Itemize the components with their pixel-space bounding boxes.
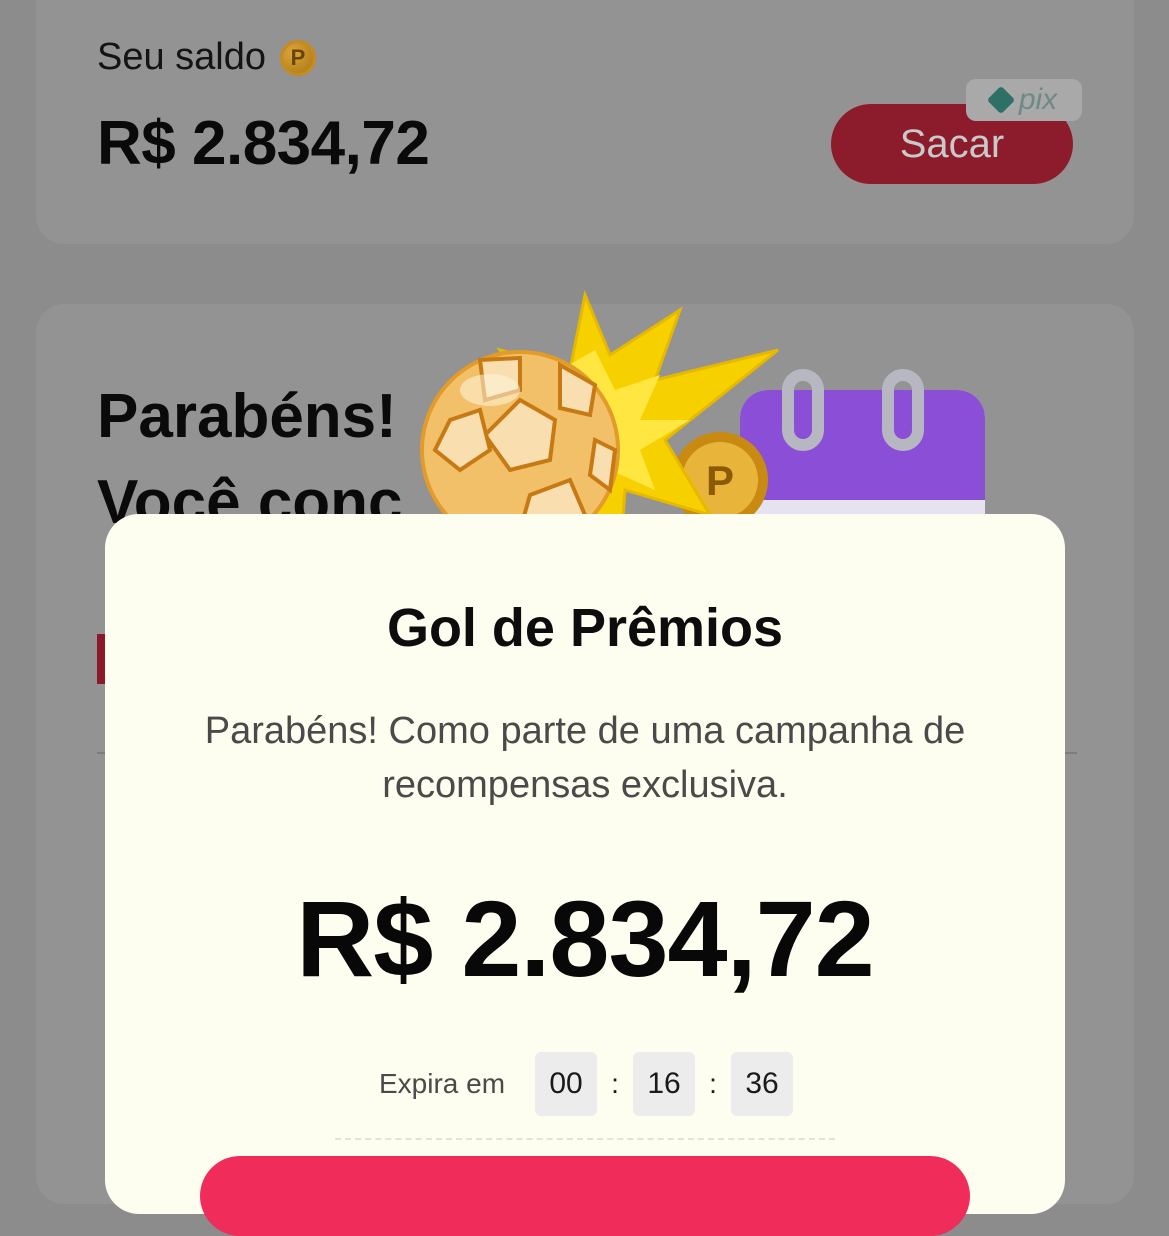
timer-separator: : xyxy=(709,1068,717,1099)
modal-title: Gol de Prêmios xyxy=(386,598,784,658)
balance-label: Seu saldo xyxy=(97,36,267,78)
timer-minutes: 16 xyxy=(633,1052,696,1116)
pix-label: pix xyxy=(1018,83,1058,116)
timer-seconds: 36 xyxy=(731,1052,794,1116)
expiry-timer: Expira em 00 : 16 : 36 xyxy=(379,1052,794,1116)
reward-modal: Gol de Prêmios Parabéns! Como parte de u… xyxy=(105,514,1065,1236)
pix-diamond-icon xyxy=(986,85,1015,115)
modal-description: Parabéns! Como parte de uma campanha de … xyxy=(204,710,966,806)
balance-value: R$ 2.834,72 xyxy=(97,109,430,178)
svg-text:P: P xyxy=(706,457,734,504)
pix-logo-icon: pix xyxy=(966,79,1082,121)
reward-amount: R$ 2.834,72 xyxy=(296,878,874,999)
balance-label-row: Seu saldo P xyxy=(97,36,317,79)
timer-label: Expira em xyxy=(379,1068,506,1099)
dashed-divider xyxy=(335,1138,835,1140)
claim-button[interactable] xyxy=(200,1156,970,1236)
coin-icon: P xyxy=(280,39,317,76)
timer-separator: : xyxy=(611,1068,619,1099)
timer-hours: 00 xyxy=(535,1052,598,1116)
balance-card: Seu saldo P R$ 2.834,72 Sacar pix xyxy=(36,0,1134,244)
